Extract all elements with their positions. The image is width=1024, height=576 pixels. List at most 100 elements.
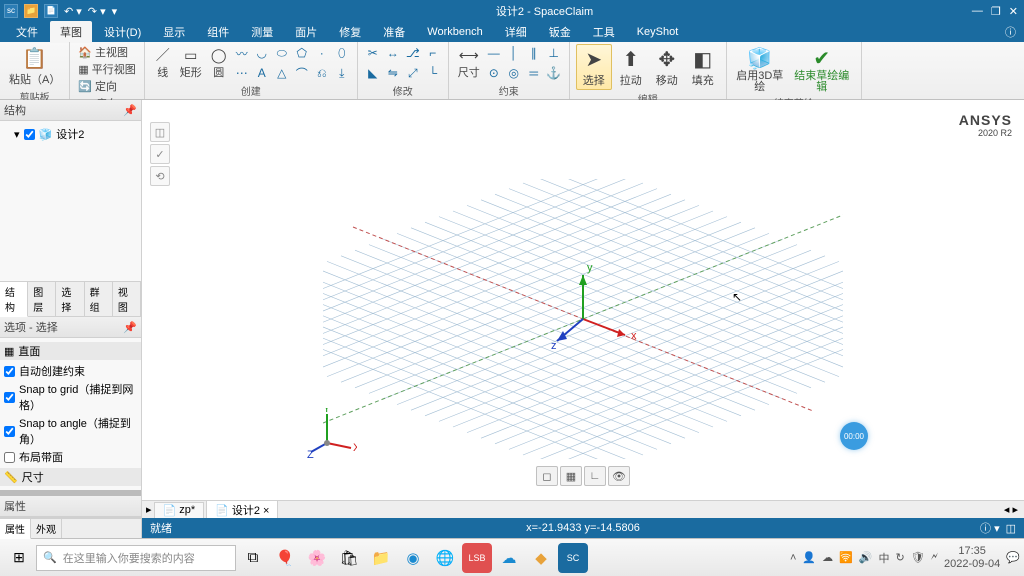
sidetab-structure[interactable]: 结构 xyxy=(0,282,28,317)
app-icon-5[interactable]: ☁ xyxy=(494,543,524,573)
app-icon-2[interactable]: 🌸 xyxy=(302,543,332,573)
proptab-appearance[interactable]: 外观 xyxy=(31,519,62,538)
circle-button[interactable]: ◯圆 xyxy=(207,45,231,81)
redo-icon[interactable]: ↷ ▾ xyxy=(88,5,106,18)
browser-icon[interactable]: ◉ xyxy=(398,543,428,573)
polygon-icon[interactable]: ⬠ xyxy=(293,44,311,62)
options-section-cartesian[interactable]: ▦直面 xyxy=(0,342,141,360)
tab-measure[interactable]: 测量 xyxy=(241,21,283,43)
home-view-button[interactable]: 🏠主视图 xyxy=(76,44,137,60)
tab-keyshot[interactable]: KeyShot xyxy=(627,23,689,41)
panel-pin-icon[interactable]: 📌 xyxy=(123,321,137,334)
end-sketch-button[interactable]: ✔结束草绘编辑 xyxy=(789,44,855,94)
fill-button[interactable]: ◧填充 xyxy=(686,45,720,89)
undo-icon[interactable]: ↶ ▾ xyxy=(64,5,82,18)
corner-icon[interactable]: └ xyxy=(424,64,442,82)
grid-toggle-icon[interactable]: ▦ xyxy=(560,466,582,486)
sidetab-layers[interactable]: 图层 xyxy=(28,282,56,316)
sidetab-views[interactable]: 视图 xyxy=(113,282,141,316)
viewport[interactable]: x y z ↖ ◫ ✓ ⟲ ANSYS 2020 R2 00:00 X Y Z … xyxy=(142,100,1024,538)
pull-button[interactable]: ⬆拉动 xyxy=(614,45,648,89)
explorer-icon[interactable]: 📁 xyxy=(366,543,396,573)
folder-icon[interactable]: 📁 xyxy=(24,4,38,18)
app-icon-6[interactable]: ◆ xyxy=(526,543,556,573)
extend-icon[interactable]: ↔ xyxy=(384,44,402,62)
select-button[interactable]: ➤选择 xyxy=(576,44,612,90)
line-button[interactable]: ／线 xyxy=(151,45,175,81)
tab-sheet[interactable]: 钣金 xyxy=(539,21,581,43)
tray-up-icon[interactable]: ˄ xyxy=(790,552,796,564)
spline-icon[interactable]: 〰 xyxy=(233,44,251,62)
sidetab-select[interactable]: 选择 xyxy=(56,282,84,316)
tree-root[interactable]: ▾ 🧊 设计2 xyxy=(4,125,137,143)
notifications-icon[interactable]: 💬 xyxy=(1006,551,1020,564)
opt-autoconstraint-check[interactable] xyxy=(4,366,15,377)
tray-sync-icon[interactable]: ↻ xyxy=(896,551,905,564)
new-icon[interactable]: 📄 xyxy=(44,4,58,18)
plan-view-button[interactable]: ▦平行视图 xyxy=(76,61,137,77)
move-button[interactable]: ✥移动 xyxy=(650,45,684,89)
vp-tool-2[interactable]: ✓ xyxy=(150,144,170,164)
ortho-toggle-icon[interactable]: ∟ xyxy=(584,466,606,486)
tray-cloud-icon[interactable]: ☁ xyxy=(822,551,833,564)
project-icon[interactable]: ⤓ xyxy=(333,64,351,82)
vp-tool-1[interactable]: ◫ xyxy=(150,122,170,142)
ellipse-icon[interactable]: ⬭ xyxy=(273,44,291,62)
app-icon-3[interactable]: 🛍 xyxy=(334,543,364,573)
paste-button[interactable]: 📋 粘贴（A） xyxy=(6,44,63,88)
tab-workbench[interactable]: Workbench xyxy=(417,23,492,41)
tray-vol-icon[interactable]: 🔊 xyxy=(859,551,873,564)
app-icon-1[interactable]: 🎈 xyxy=(270,543,300,573)
minimize-icon[interactable]: — xyxy=(972,5,983,18)
fix-icon[interactable]: ⚓ xyxy=(545,64,563,82)
vertical-icon[interactable]: │ xyxy=(505,44,523,62)
close-icon[interactable]: ✕ xyxy=(1009,5,1018,18)
orient-button[interactable]: 🔄定向 xyxy=(76,78,137,94)
tray-people-icon[interactable]: 👤 xyxy=(802,551,816,564)
edge-icon[interactable]: 🌐 xyxy=(430,543,460,573)
vp-tool-3[interactable]: ⟲ xyxy=(150,166,170,186)
doc-tab-2[interactable]: 📄设计2 × xyxy=(206,500,278,519)
start-button[interactable]: ⊞ xyxy=(4,543,34,573)
equal-icon[interactable]: ＝ xyxy=(525,64,543,82)
snap-toggle-icon[interactable]: ◻ xyxy=(536,466,558,486)
taskbar-clock[interactable]: 17:35 2022-09-04 xyxy=(944,545,1000,569)
proptab-props[interactable]: 属性 xyxy=(0,519,31,539)
enable-3d-button[interactable]: 🧊启用3D草绘 xyxy=(733,44,787,94)
maximize-icon[interactable]: ❐ xyxy=(991,5,1001,18)
horizontal-icon[interactable]: — xyxy=(485,44,503,62)
point-icon[interactable]: · xyxy=(313,44,331,62)
tab-assemble[interactable]: 组件 xyxy=(197,21,239,43)
offset-icon[interactable]: ⎌ xyxy=(313,64,331,82)
rect-button[interactable]: ▭矩形 xyxy=(177,45,205,81)
opt-snapgrid-check[interactable] xyxy=(4,392,15,403)
tree-expand-icon[interactable]: ▾ xyxy=(14,128,20,141)
slot-icon[interactable]: ⬯ xyxy=(333,44,351,62)
opt-layout-check[interactable] xyxy=(4,452,15,463)
view-toggle-icon[interactable]: 👁 xyxy=(608,466,630,486)
app-icon-4[interactable]: LSB xyxy=(462,543,492,573)
tray-net-icon[interactable]: 🛜 xyxy=(839,551,853,564)
tab-sketch[interactable]: 草图 xyxy=(50,21,92,43)
panel-pin-icon[interactable]: 📌 xyxy=(123,104,137,117)
concentric-icon[interactable]: ◎ xyxy=(505,64,523,82)
sidetab-groups[interactable]: 群组 xyxy=(85,282,113,316)
scale-icon[interactable]: ⤢ xyxy=(404,64,422,82)
tangent-icon[interactable]: ⌒ xyxy=(293,64,311,82)
perpendicular-icon[interactable]: ⊥ xyxy=(545,44,563,62)
help-icon[interactable]: ⓘ xyxy=(1005,24,1024,40)
mirror-icon[interactable]: ⇋ xyxy=(384,64,402,82)
tab-tools[interactable]: 工具 xyxy=(583,21,625,43)
tray-ime-icon[interactable]: 中 xyxy=(879,550,890,566)
doc-tab-1[interactable]: 📄zp* xyxy=(154,502,205,518)
trim-icon[interactable]: ✂ xyxy=(364,44,382,62)
orientation-triad[interactable]: X Y Z xyxy=(307,408,357,458)
tray-shield-icon[interactable]: 🛡 xyxy=(911,551,925,564)
tab-file[interactable]: 文件 xyxy=(6,21,48,43)
fillet-icon[interactable]: ⌐ xyxy=(424,44,442,62)
doc-tabs-nav-icon[interactable]: ◂ ▸ xyxy=(1004,503,1024,516)
tab-setup[interactable]: 准备 xyxy=(373,21,415,43)
parallel-icon[interactable]: ∥ xyxy=(525,44,543,62)
threepoint-icon[interactable]: △ xyxy=(273,64,291,82)
chamfer-icon[interactable]: ◣ xyxy=(364,64,382,82)
